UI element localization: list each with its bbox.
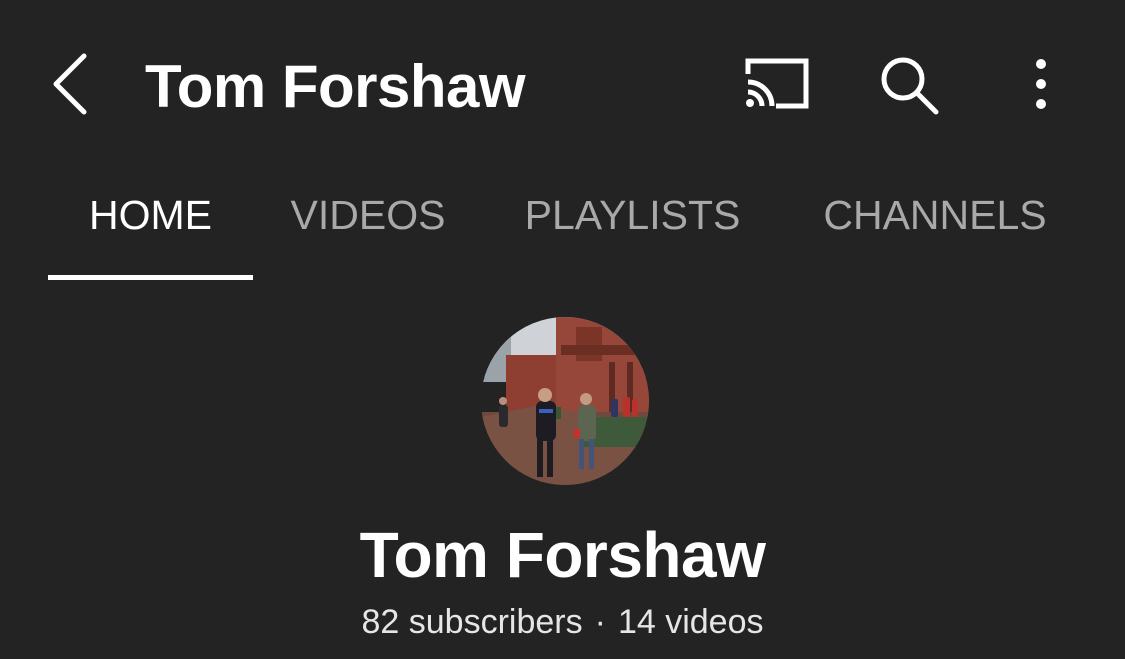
channel-stats: 82 subscribers · 14 videos — [0, 600, 1125, 644]
more-options-button[interactable] — [1018, 52, 1064, 118]
channel-name: Tom Forshaw — [359, 519, 766, 591]
search-icon — [881, 57, 939, 115]
back-arrow-icon — [53, 53, 87, 115]
channel-tabs: HOME VIDEOS PLAYLISTS CHANNELS — [0, 178, 1125, 282]
top-app-bar: Tom Forshaw — [0, 0, 1125, 170]
stats-separator: · — [594, 603, 606, 641]
channel-avatar[interactable] — [481, 317, 649, 485]
cast-icon — [745, 58, 809, 109]
tab-home[interactable]: HOME — [48, 178, 253, 282]
cast-button[interactable] — [740, 54, 812, 114]
subscriber-count: 82 subscribers — [361, 603, 583, 641]
page-title: Tom Forshaw — [145, 53, 526, 120]
search-button[interactable] — [876, 52, 942, 118]
tab-videos[interactable]: VIDEOS — [268, 178, 468, 282]
back-button[interactable] — [40, 44, 110, 124]
more-vert-icon — [1036, 59, 1046, 109]
tab-channels[interactable]: CHANNELS — [800, 178, 1070, 282]
tab-playlists[interactable]: PLAYLISTS — [505, 178, 760, 282]
avatar-photo — [481, 317, 649, 485]
video-count: 14 videos — [617, 603, 764, 641]
